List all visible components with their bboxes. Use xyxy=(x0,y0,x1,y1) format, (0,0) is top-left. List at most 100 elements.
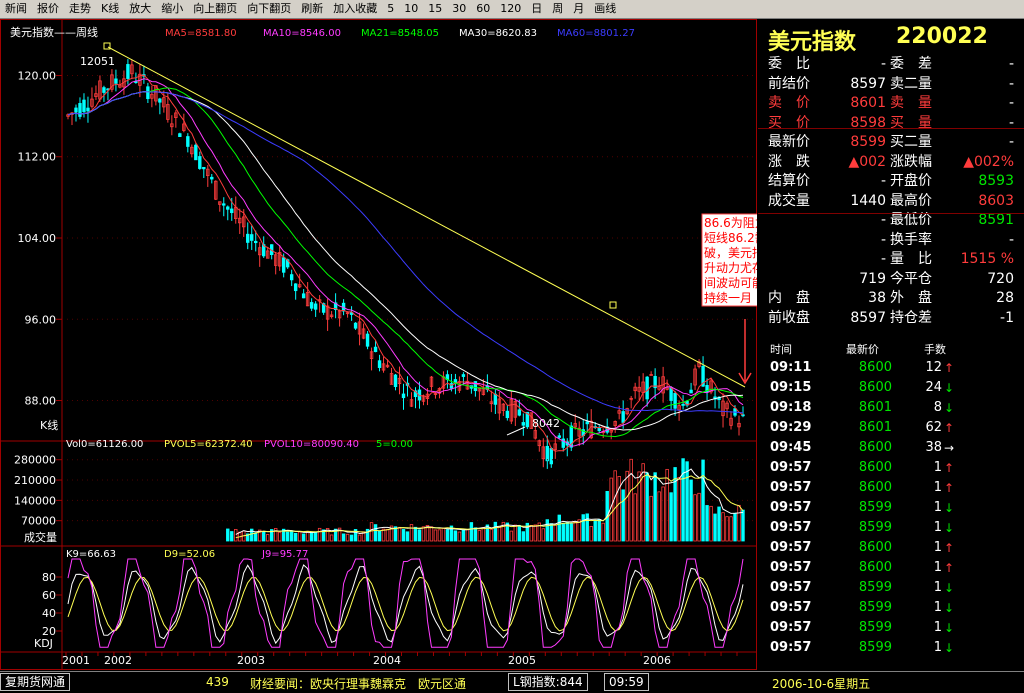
quote-value: - xyxy=(1008,95,1014,111)
status-date: 2006-10-6星期五 xyxy=(772,677,871,691)
volume-bar xyxy=(741,509,745,542)
status-time: 09:59 xyxy=(604,673,649,691)
up-arrow-icon: ↑ xyxy=(944,561,955,575)
volume-bar xyxy=(629,458,633,542)
candle-body xyxy=(86,107,90,112)
quote-label: 买 价 xyxy=(768,114,810,131)
quote-value: - xyxy=(880,173,886,189)
x-axis-label: 2004 xyxy=(373,654,401,667)
menu-item-16[interactable]: 日 xyxy=(526,0,547,18)
tick-header-vol: 手数 xyxy=(924,343,946,356)
candle-body xyxy=(114,78,118,84)
tick-volume: 1 xyxy=(933,600,942,615)
volume-bar xyxy=(497,527,502,542)
tick-row: 09:57 8599 1 ↓ xyxy=(758,598,1024,618)
volume-bar xyxy=(254,532,258,542)
up-arrow-icon: ↑ xyxy=(944,421,955,435)
menu-item-0[interactable]: 新闻 xyxy=(0,0,32,18)
menu-item-9[interactable]: 加入收藏 xyxy=(328,0,382,18)
menu-item-18[interactable]: 月 xyxy=(568,0,589,18)
candle-body xyxy=(198,156,202,169)
candle-body xyxy=(597,427,601,432)
annotation-text: 升动力尤存，区 xyxy=(704,261,757,275)
quote-value: 8593 xyxy=(978,173,1014,189)
kdj-line xyxy=(67,558,744,648)
chart-area[interactable]: 美元指数——周线 MA5=8581.80 MA10=8546.00 MA21=8548… xyxy=(0,19,757,670)
menu-item-14[interactable]: 60 xyxy=(471,0,495,18)
down-arrow-icon: ↓ xyxy=(944,621,955,635)
chart-frame xyxy=(0,19,757,670)
candle-body xyxy=(178,133,182,138)
candle-body xyxy=(146,86,150,100)
candle-body xyxy=(222,203,226,206)
candle-body xyxy=(557,435,561,438)
ma-legend: MA10=8546.00 xyxy=(263,28,341,39)
menu-item-13[interactable]: 30 xyxy=(447,0,471,18)
volume-bar xyxy=(621,489,625,542)
tick-volume: 1 xyxy=(933,580,942,595)
menu-item-2[interactable]: 走势 xyxy=(64,0,96,18)
volume-bar xyxy=(593,520,597,542)
volume-bar xyxy=(457,531,462,542)
volume-bar xyxy=(369,522,374,542)
quote-label: 委 比 xyxy=(768,56,810,72)
volume-bar xyxy=(729,516,733,542)
down-arrow-icon: ↓ xyxy=(944,581,955,595)
menu-item-15[interactable]: 120 xyxy=(495,0,526,18)
menu-item-4[interactable]: 放大 xyxy=(124,0,156,18)
candle-body xyxy=(74,107,78,113)
quote-label: 量 比 xyxy=(890,251,932,267)
volume-bar xyxy=(429,526,434,542)
kline-chart[interactable]: 美元指数——周线 MA5=8581.80 MA10=8546.00 MA21=8548… xyxy=(0,19,757,670)
volume-bar xyxy=(481,527,486,542)
volume-bar xyxy=(445,529,450,542)
tick-volume: 8 xyxy=(933,400,942,415)
menu-item-10[interactable]: 5 xyxy=(382,0,399,18)
menu-item-1[interactable]: 报价 xyxy=(32,0,64,18)
tick-price: 8599 xyxy=(858,600,892,615)
menu-item-6[interactable]: 向上翻页 xyxy=(188,0,242,18)
candle-body xyxy=(102,87,106,93)
menu-item-11[interactable]: 10 xyxy=(399,0,423,18)
menu-item-5[interactable]: 缩小 xyxy=(156,0,188,18)
ma-legend: MA5=8581.80 xyxy=(165,28,237,39)
candle-body xyxy=(246,233,250,243)
menu-item-7[interactable]: 向下翻页 xyxy=(242,0,296,18)
tick-price: 8600 xyxy=(858,380,892,395)
quote-label: 委 差 xyxy=(890,56,932,72)
tick-row: 09:45 8600 38 → xyxy=(758,438,1024,458)
volume-bar xyxy=(521,531,526,542)
volume-bar xyxy=(226,528,230,542)
tick-volume: 1 xyxy=(933,460,942,475)
volume-bar xyxy=(597,519,601,542)
volume-bar xyxy=(689,479,693,542)
quote-value: ▲002% xyxy=(963,153,1014,170)
tick-row: 09:57 8600 1 ↑ xyxy=(758,478,1024,498)
menu-item-3[interactable]: K线 xyxy=(96,0,124,18)
quote-label: 最高价 xyxy=(890,192,932,209)
menu-item-17[interactable]: 周 xyxy=(547,0,568,18)
volume-bar xyxy=(701,459,705,542)
volume-bar xyxy=(685,461,689,542)
status-index: L钢指数:844 xyxy=(508,673,588,691)
volume-bar xyxy=(573,521,577,542)
candle-body xyxy=(545,445,549,462)
volume-bar xyxy=(533,524,538,542)
quote-value: - xyxy=(1008,75,1014,92)
menu-item-8[interactable]: 刷新 xyxy=(296,0,328,18)
tick-price: 8601 xyxy=(858,400,892,415)
tick-time: 09:57 xyxy=(770,600,812,615)
quote-row: 委 比-委 差- xyxy=(758,55,1024,74)
volume-bar xyxy=(681,458,685,542)
status-app-name[interactable]: 复期货网通 xyxy=(0,673,71,691)
candle-body xyxy=(202,166,206,170)
status-news[interactable]: 财经要闻：欧央行理事魏霖克 欧元区通 xyxy=(250,675,466,692)
volume-bar xyxy=(709,505,713,542)
y-tick-label: 112.00 xyxy=(18,151,57,164)
quote-value: - xyxy=(880,56,886,72)
tick-row: 09:11 8600 12 ↑ xyxy=(758,358,1024,378)
menu-item-12[interactable]: 15 xyxy=(423,0,447,18)
low-pointer xyxy=(506,426,526,436)
menu-item-19[interactable]: 画线 xyxy=(589,0,621,18)
tick-price: 8599 xyxy=(858,520,892,535)
